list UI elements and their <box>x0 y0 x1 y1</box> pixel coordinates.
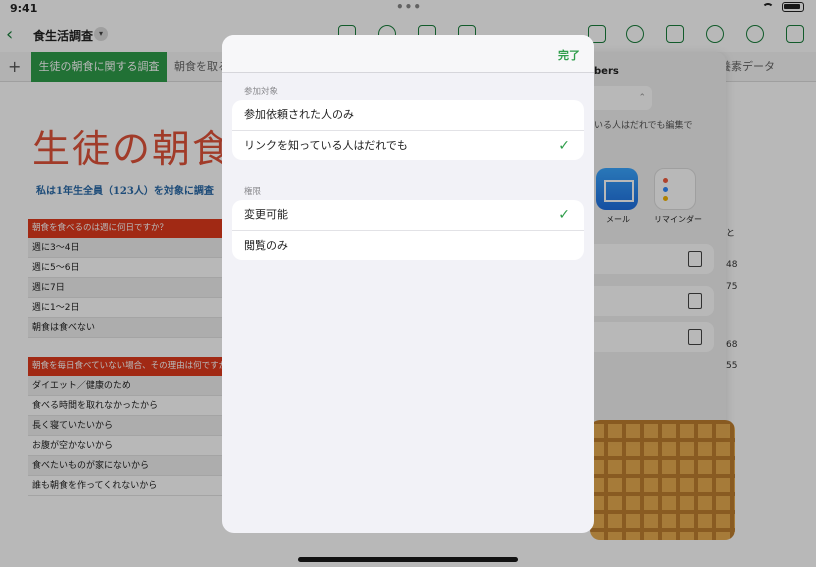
audience-section-label: 参加対象 <box>244 87 279 97</box>
option-label: リンクを知っている人はだれでも <box>244 139 408 152</box>
audience-options: 参加依頼された人のみ リンクを知っている人はだれでも ✓ <box>232 100 584 160</box>
permission-options: 変更可能 ✓ 閲覧のみ <box>232 200 584 260</box>
option-view-only[interactable]: 閲覧のみ <box>232 230 584 260</box>
home-indicator[interactable] <box>298 557 518 562</box>
checkmark-icon: ✓ <box>558 207 570 223</box>
permission-section-label: 権限 <box>244 187 262 197</box>
option-label: 参加依頼された人のみ <box>244 108 354 121</box>
done-button[interactable]: 完了 <box>558 47 580 63</box>
sheet-header: 完了 <box>222 35 594 73</box>
option-anyone-with-link[interactable]: リンクを知っている人はだれでも ✓ <box>232 130 584 160</box>
option-can-edit[interactable]: 変更可能 ✓ <box>232 200 584 230</box>
option-invited-only[interactable]: 参加依頼された人のみ <box>232 100 584 130</box>
option-label: 変更可能 <box>244 208 288 221</box>
checkmark-icon: ✓ <box>558 138 570 154</box>
option-label: 閲覧のみ <box>244 239 288 252</box>
share-options-sheet: 完了 参加対象 参加依頼された人のみ リンクを知っている人はだれでも ✓ 権限 … <box>222 35 594 533</box>
